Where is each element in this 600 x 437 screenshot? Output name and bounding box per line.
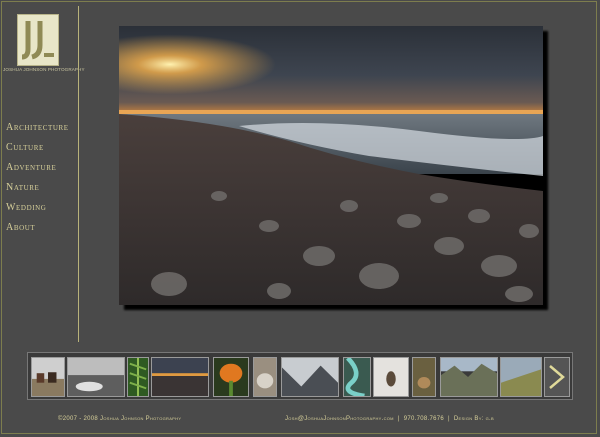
nav-item-wedding[interactable]: Wedding — [6, 202, 69, 222]
footer-separator: | — [397, 416, 400, 422]
chevron-right-icon — [549, 365, 565, 389]
next-button[interactable] — [544, 357, 570, 397]
thumbnail-small-animal[interactable] — [412, 357, 436, 397]
footer-design-credit: Design By: g.b — [453, 416, 494, 422]
thumbnail-horses[interactable] — [31, 357, 65, 397]
thumbnail-mountain-range[interactable] — [440, 357, 498, 397]
thumbnail-fern[interactable] — [127, 357, 149, 397]
footer-phone: 970.708.7676 — [403, 416, 444, 422]
thumbnail-bird-snow[interactable] — [373, 357, 409, 397]
footer-copyright: ©2007 - 2008 Joshua Johnson Photography — [58, 416, 182, 422]
footer-email-link[interactable]: Josh@JoshuaJohnsonPhotography.com — [285, 416, 394, 422]
main-nav: Architecture Culture Adventure Nature We… — [6, 122, 69, 242]
main-photo — [119, 26, 543, 305]
nav-item-adventure[interactable]: Adventure — [6, 162, 69, 182]
thumbnail-strip — [27, 352, 573, 400]
thumbnail-mountain-slope[interactable] — [500, 357, 542, 397]
footer-separator: | — [448, 416, 450, 422]
thumbnail-river-aerial[interactable] — [343, 357, 371, 397]
jj-monogram-icon — [18, 15, 58, 65]
thumbnail-misty-valley[interactable] — [281, 357, 339, 397]
footer-contact: Josh@JoshuaJohnsonPhotography.com | 970.70… — [285, 416, 494, 422]
nav-item-culture[interactable]: Culture — [6, 142, 69, 162]
thumbnail-sunset-beach[interactable] — [151, 357, 209, 397]
nav-item-architecture[interactable]: Architecture — [6, 122, 69, 142]
thumbnail-bw-landscape[interactable] — [67, 357, 125, 397]
divider-line — [78, 6, 79, 342]
logo-caption: Joshua Johnson Photography — [3, 67, 85, 72]
nav-item-about[interactable]: About — [6, 222, 69, 242]
thumbnail-orange-flower[interactable] — [213, 357, 249, 397]
thumbnail-pebbles[interactable] — [253, 357, 277, 397]
logo[interactable] — [17, 14, 59, 66]
nav-item-nature[interactable]: Nature — [6, 182, 69, 202]
